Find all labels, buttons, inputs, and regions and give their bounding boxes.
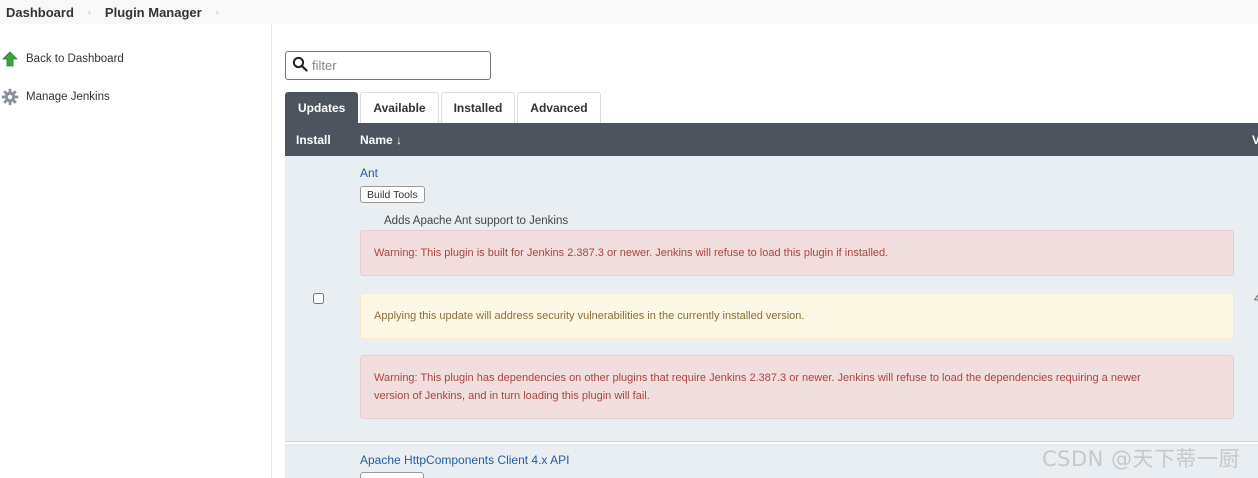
breadcrumb-separator[interactable]: › (216, 7, 219, 17)
security-notice-text: Applying this update will address securi… (374, 310, 805, 322)
watermark: CSDN @天下蒂一厨 (1042, 447, 1241, 471)
security-notice: Applying this update will address securi… (360, 293, 1234, 339)
category-tag[interactable] (360, 472, 424, 478)
version-cell: 4 (1254, 293, 1258, 305)
table-row: Ant Build Tools Adds Apache Ant support … (285, 156, 1258, 442)
table-header: Install Name ↓ V (285, 123, 1258, 156)
sidebar-item-label: Manage Jenkins (26, 91, 110, 103)
dependency-warning: Warning: This plugin has dependencies on… (360, 355, 1234, 419)
tab-bar: Updates Available Installed Advanced (285, 92, 601, 123)
category-tag[interactable]: Build Tools (360, 186, 425, 203)
sidebar: Back to Dashboard Manage Jenkins (0, 24, 272, 478)
tab-advanced[interactable]: Advanced (517, 92, 601, 123)
breadcrumb-plugin-manager-link[interactable]: Plugin Manager (105, 5, 202, 20)
column-header-version[interactable]: V (1252, 123, 1258, 156)
plugin-manager-main: Updates Available Installed Advanced Ins… (285, 24, 1258, 478)
sidebar-item-back-to-dashboard[interactable]: Back to Dashboard (0, 49, 124, 69)
install-checkbox[interactable] (313, 293, 324, 304)
core-version-warning: Warning: This plugin is built for Jenkin… (360, 230, 1234, 276)
dependency-warning-line: version of Jenkins, and in turn loading … (374, 390, 650, 402)
breadcrumb-separator[interactable]: › (88, 7, 91, 17)
tab-updates[interactable]: Updates (285, 92, 359, 123)
sidebar-item-label: Back to Dashboard (26, 53, 124, 65)
plugin-name-link[interactable]: Ant (360, 166, 378, 180)
green-up-arrow-icon (0, 49, 20, 69)
tab-available[interactable]: Available (360, 92, 439, 123)
plugin-description: Adds Apache Ant support to Jenkins (384, 215, 569, 227)
gear-icon (0, 87, 20, 107)
breadcrumb: Dashboard › Plugin Manager › (0, 0, 1258, 24)
column-header-install: Install (296, 132, 331, 147)
column-header-name[interactable]: Name ↓ (360, 123, 402, 156)
filter-box[interactable] (285, 51, 491, 80)
plugin-name-link[interactable]: Apache HttpComponents Client 4.x API (360, 453, 569, 467)
sidebar-item-manage-jenkins[interactable]: Manage Jenkins (0, 87, 110, 107)
filter-input[interactable] (312, 58, 482, 73)
core-version-warning-text: Warning: This plugin is built for Jenkin… (374, 247, 889, 259)
dependency-warning-line: Warning: This plugin has dependencies on… (374, 372, 1141, 384)
breadcrumb-dashboard-link[interactable]: Dashboard (6, 5, 74, 20)
search-icon (292, 56, 308, 75)
tab-installed[interactable]: Installed (440, 92, 516, 123)
